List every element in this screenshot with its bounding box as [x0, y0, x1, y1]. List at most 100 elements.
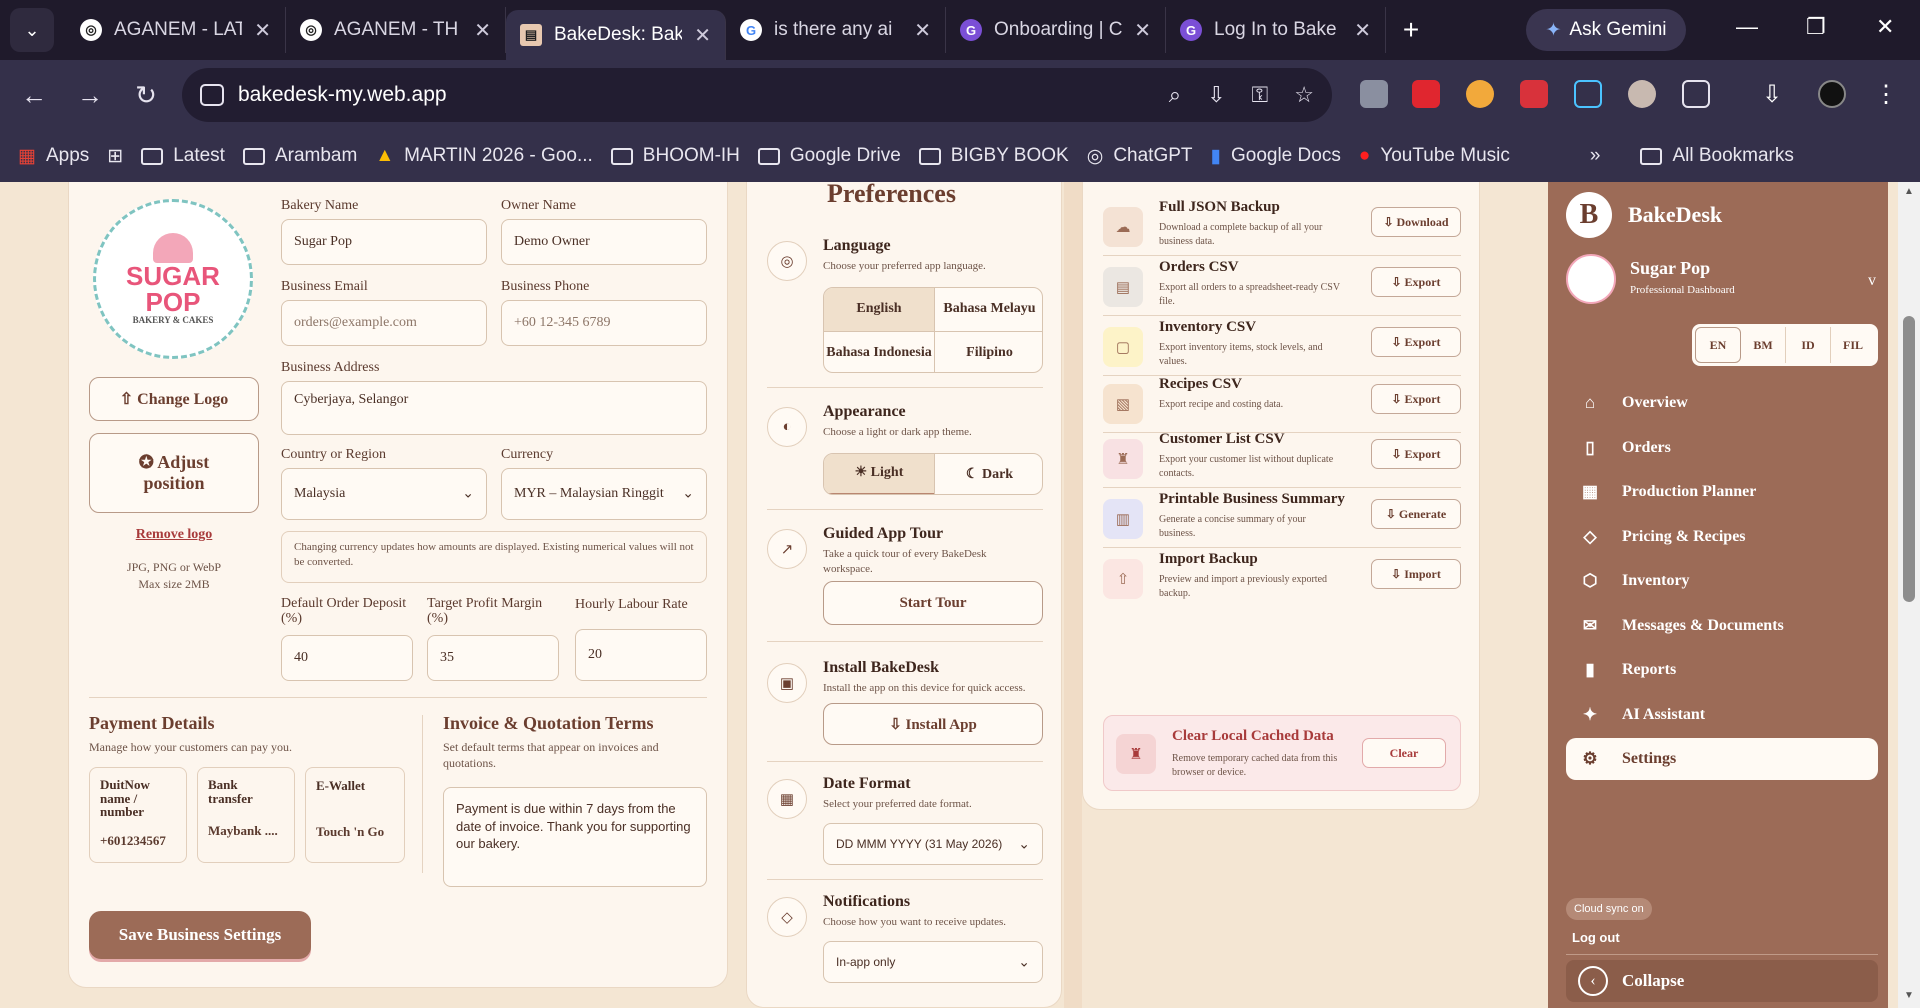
- bookmark-folder[interactable]: BIGBY BOOK: [918, 145, 1069, 167]
- browser-tab-active[interactable]: ▤ BakeDesk: Bak ✕: [506, 10, 726, 60]
- download-icon[interactable]: ⇩: [1762, 80, 1790, 108]
- scroll-up-arrow[interactable]: ▲: [1904, 186, 1914, 197]
- bookmark-link[interactable]: ▲ MARTIN 2026 - Goo...: [375, 145, 592, 167]
- labour-input[interactable]: 20: [575, 629, 707, 681]
- extension-icon[interactable]: [1412, 80, 1440, 108]
- install-app-button[interactable]: ⇩ Install App: [823, 703, 1043, 745]
- bookmark-link[interactable]: ● YouTube Music: [1359, 145, 1510, 167]
- close-icon[interactable]: ✕: [474, 18, 491, 43]
- sidebar-item-ai-assistant[interactable]: ✦ AI Assistant: [1566, 694, 1878, 736]
- shop-switcher[interactable]: Sugar Pop Professional Dashboard v: [1566, 254, 1878, 310]
- export-button[interactable]: ⇩ Export: [1371, 267, 1461, 297]
- browser-tab[interactable]: ◎ AGANEM - TH ✕: [286, 7, 506, 53]
- bookmark-folder[interactable]: Google Drive: [757, 145, 901, 167]
- adjust-position-button[interactable]: ✪ Adjust position: [89, 433, 259, 513]
- invoice-terms-textarea[interactable]: Payment is due within 7 days from the da…: [443, 787, 707, 887]
- key-icon[interactable]: ⚿: [1252, 82, 1269, 108]
- scroll-down-arrow[interactable]: ▼: [1904, 990, 1914, 1001]
- bookmark-folder[interactable]: Arambam: [242, 145, 357, 167]
- puzzle-icon[interactable]: [1682, 80, 1710, 108]
- phone-field[interactable]: +60 12-345 6789: [501, 300, 707, 346]
- sidebar-item-messages-documents[interactable]: ✉ Messages & Documents: [1566, 605, 1878, 647]
- clear-cache-button[interactable]: Clear: [1362, 738, 1446, 768]
- site-info-icon[interactable]: [200, 84, 224, 106]
- save-business-settings-button[interactable]: Save Business Settings: [89, 911, 311, 959]
- export-button[interactable]: ⇩ Import: [1371, 559, 1461, 589]
- extension-icon[interactable]: [1520, 80, 1548, 108]
- close-icon[interactable]: ✕: [914, 18, 931, 43]
- browser-tab[interactable]: Gis there any ai ✕: [726, 7, 946, 53]
- address-field[interactable]: Cyberjaya, Selangor: [281, 381, 707, 435]
- lang-fil[interactable]: FIL: [1830, 327, 1875, 363]
- export-button[interactable]: ⇩ Export: [1371, 327, 1461, 357]
- export-button[interactable]: ⇩ Generate: [1371, 499, 1461, 529]
- logout-link[interactable]: Log out: [1572, 930, 1620, 945]
- email-field[interactable]: orders@example.com: [281, 300, 487, 346]
- close-icon[interactable]: ✕: [1134, 18, 1151, 43]
- page-scrollbar[interactable]: ▲ ▼: [1898, 182, 1920, 1008]
- theme-dark-button[interactable]: ☾ Dark: [934, 454, 1042, 494]
- date-format-select[interactable]: DD MMM YYYY (31 May 2026) ⌄: [823, 823, 1043, 865]
- new-tab-button[interactable]: +: [1386, 14, 1436, 46]
- start-tour-button[interactable]: Start Tour: [823, 581, 1043, 625]
- payment-method-card[interactable]: DuitNow name / number +601234567: [89, 767, 187, 863]
- avatar[interactable]: [1818, 80, 1846, 108]
- address-bar[interactable]: bakedesk-my.web.app ⌕ ⇩ ⚿ ☆: [182, 68, 1332, 122]
- theme-light-button[interactable]: ☀ Light: [824, 454, 934, 494]
- margin-input[interactable]: 35: [427, 635, 559, 681]
- country-select[interactable]: Malaysia ⌄: [281, 468, 487, 520]
- bookmark-folder[interactable]: Latest: [141, 145, 225, 167]
- star-icon[interactable]: ☆: [1294, 82, 1314, 108]
- extension-icon[interactable]: [1360, 80, 1388, 108]
- more-bookmarks-button[interactable]: »: [1590, 145, 1601, 167]
- close-icon[interactable]: ✕: [1354, 18, 1371, 43]
- export-button[interactable]: ⇩ Export: [1371, 384, 1461, 414]
- bookmark-link[interactable]: ▮ Google Docs: [1211, 145, 1341, 168]
- tab-groups-icon[interactable]: ⊞: [107, 145, 123, 168]
- browser-tab[interactable]: ◎ AGANEM - LAT ✕: [66, 7, 286, 53]
- language-option-indonesian[interactable]: Bahasa Indonesia: [824, 331, 934, 372]
- ask-gemini-button[interactable]: ✦ Ask Gemini: [1526, 9, 1686, 51]
- bookmark-apps[interactable]: ▦ Apps: [18, 145, 89, 168]
- bookmark-link[interactable]: ◎ ChatGPT: [1087, 145, 1193, 168]
- minimize-button[interactable]: —: [1736, 14, 1758, 40]
- currency-select[interactable]: MYR – Malaysian Ringgit ⌄: [501, 468, 707, 520]
- language-option-english[interactable]: English: [824, 288, 934, 331]
- all-bookmarks[interactable]: All Bookmarks: [1640, 145, 1794, 167]
- bookmark-folder[interactable]: BHOOM-IH: [610, 145, 740, 167]
- forward-icon[interactable]: →: [68, 80, 112, 111]
- lang-id[interactable]: ID: [1785, 327, 1830, 363]
- extension-icon[interactable]: [1466, 80, 1494, 108]
- scrollbar-thumb[interactable]: [1903, 316, 1915, 602]
- language-option-malay[interactable]: Bahasa Melayu: [934, 288, 1042, 331]
- change-logo-button[interactable]: ⇧ Change Logo: [89, 377, 259, 421]
- zoom-icon[interactable]: ⌕: [1169, 82, 1181, 108]
- sidebar-item-settings[interactable]: ⚙ Settings: [1566, 738, 1878, 780]
- extension-icon[interactable]: [1628, 80, 1656, 108]
- tab-search-button[interactable]: ⌄: [10, 8, 54, 52]
- browser-tab[interactable]: G Onboarding | C ✕: [946, 7, 1166, 53]
- close-icon[interactable]: ✕: [694, 23, 711, 48]
- sidebar-item-inventory[interactable]: ⬡ Inventory: [1566, 560, 1878, 602]
- lang-bm[interactable]: BM: [1741, 327, 1785, 363]
- sidebar-item-reports[interactable]: ▮ Reports: [1566, 649, 1878, 691]
- close-icon[interactable]: ✕: [254, 18, 271, 43]
- owner-name-input[interactable]: Demo Owner: [501, 219, 707, 265]
- menu-icon[interactable]: ⋮: [1872, 80, 1900, 108]
- browser-tab[interactable]: G Log In to Bake ✕: [1166, 7, 1386, 53]
- sidebar-item-orders[interactable]: ▯ Orders: [1566, 427, 1878, 469]
- notifications-select[interactable]: In-app only ⌄: [823, 941, 1043, 983]
- sidebar-item-production-planner[interactable]: ▦ Production Planner: [1566, 471, 1878, 513]
- lang-en[interactable]: EN: [1695, 327, 1741, 363]
- payment-method-card[interactable]: Bank transfer Maybank ....: [197, 767, 295, 863]
- install-icon[interactable]: ⇩: [1207, 82, 1225, 108]
- reload-icon[interactable]: ↻: [124, 80, 168, 111]
- payment-method-card[interactable]: E-Wallet Touch 'n Go: [305, 767, 405, 863]
- extension-icon[interactable]: [1574, 80, 1602, 108]
- back-icon[interactable]: ←: [12, 80, 56, 111]
- export-button[interactable]: ⇩ Export: [1371, 439, 1461, 469]
- restore-button[interactable]: ❐: [1806, 14, 1826, 40]
- deposit-input[interactable]: 40: [281, 635, 413, 681]
- sidebar-item-overview[interactable]: ⌂ Overview: [1566, 382, 1878, 424]
- sidebar-item-pricing-recipes[interactable]: ◇ Pricing & Recipes: [1566, 516, 1878, 558]
